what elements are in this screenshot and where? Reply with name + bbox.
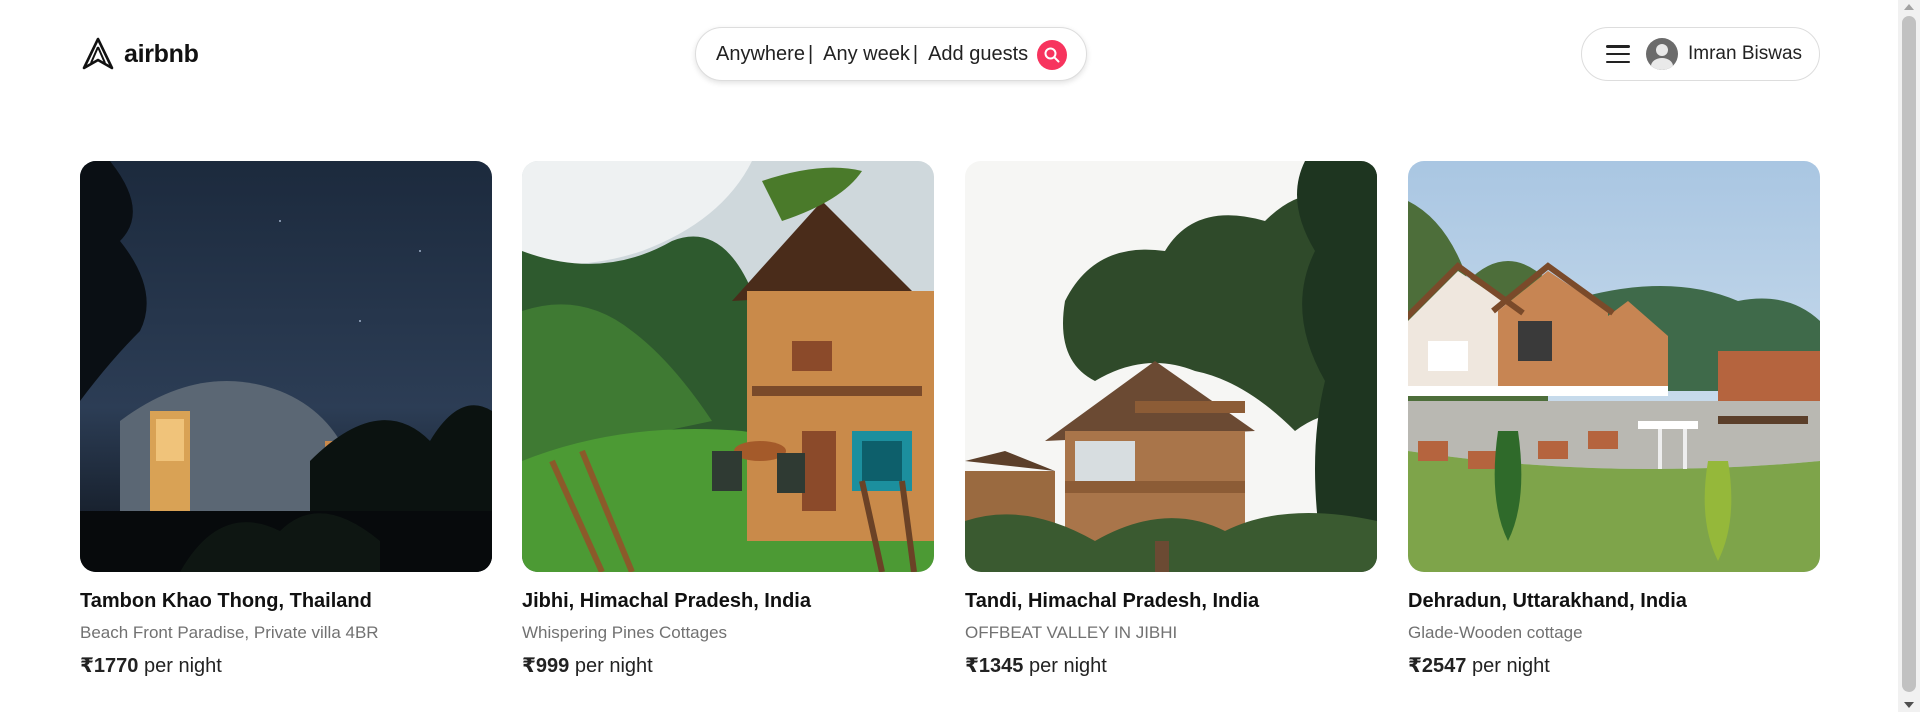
listing-photo[interactable]	[80, 161, 492, 572]
listing-card[interactable]: Dehradun, Uttarakhand, India Glade-Woode…	[1408, 161, 1820, 678]
listing-description: Whispering Pines Cottages	[522, 623, 728, 642]
price-amount: ₹1770	[80, 655, 139, 677]
listing-card[interactable]: Tandi, Himachal Pradesh, India OFFBEAT V…	[965, 161, 1377, 678]
price-amount: ₹1345	[965, 655, 1024, 677]
user-menu-button[interactable]: Imran Biswas	[1581, 27, 1820, 81]
listing-location: Tandi, Himachal Pradesh, India	[965, 590, 1260, 612]
listing-description: Glade-Wooden cottage	[1408, 623, 1583, 642]
listing-card[interactable]: Tambon Khao Thong, Thailand Beach Front …	[80, 161, 492, 678]
search-who[interactable]: Add guests	[928, 43, 1028, 66]
listings-grid: Tambon Khao Thong, Thailand Beach Front …	[80, 161, 1820, 681]
price-suffix: per night	[1471, 655, 1550, 677]
listing-price: ₹1770 per night	[80, 653, 492, 678]
listing-description: OFFBEAT VALLEY IN JIBHI	[965, 623, 1178, 642]
logo-text: airbnb	[124, 39, 199, 68]
price-suffix: per night	[143, 655, 222, 677]
search-bar[interactable]: Anywhere | Any week | Add guests	[695, 27, 1087, 81]
price-suffix: per night	[574, 655, 653, 677]
search-separator: |	[912, 42, 919, 65]
scroll-down-arrow-icon[interactable]	[1904, 702, 1914, 708]
listing-photo[interactable]	[522, 161, 934, 572]
listing-price: ₹999 per night	[522, 653, 934, 678]
listing-location: Jibhi, Himachal Pradesh, India	[522, 590, 811, 612]
search-separator: |	[807, 42, 814, 65]
price-suffix: per night	[1028, 655, 1107, 677]
hamburger-menu-icon	[1606, 45, 1630, 63]
airbnb-logo[interactable]: airbnb	[80, 34, 199, 74]
listing-photo[interactable]	[1408, 161, 1820, 572]
search-icon	[1044, 47, 1060, 63]
user-name: Imran Biswas	[1688, 43, 1803, 64]
scrollbar-thumb[interactable]	[1902, 16, 1916, 692]
vertical-scrollbar[interactable]	[1898, 0, 1920, 712]
listing-card[interactable]: Jibhi, Himachal Pradesh, India Whisperin…	[522, 161, 934, 678]
price-amount: ₹2547	[1408, 655, 1467, 677]
listing-location: Tambon Khao Thong, Thailand	[80, 590, 372, 612]
scroll-up-arrow-icon[interactable]	[1904, 4, 1914, 10]
listing-price: ₹1345 per night	[965, 653, 1377, 678]
airbnb-logo-icon	[82, 37, 114, 70]
listing-price: ₹2547 per night	[1408, 653, 1820, 678]
top-header: airbnb Anywhere | Any week | Add guests …	[0, 0, 1898, 110]
search-button[interactable]	[1037, 40, 1067, 70]
search-when[interactable]: Any week	[823, 43, 910, 66]
listing-photo[interactable]	[965, 161, 1377, 572]
search-where[interactable]: Anywhere	[716, 43, 805, 66]
user-avatar-icon	[1646, 38, 1678, 70]
price-amount: ₹999	[522, 655, 570, 677]
listing-description: Beach Front Paradise, Private villa 4BR	[80, 623, 379, 642]
listing-location: Dehradun, Uttarakhand, India	[1408, 590, 1687, 612]
